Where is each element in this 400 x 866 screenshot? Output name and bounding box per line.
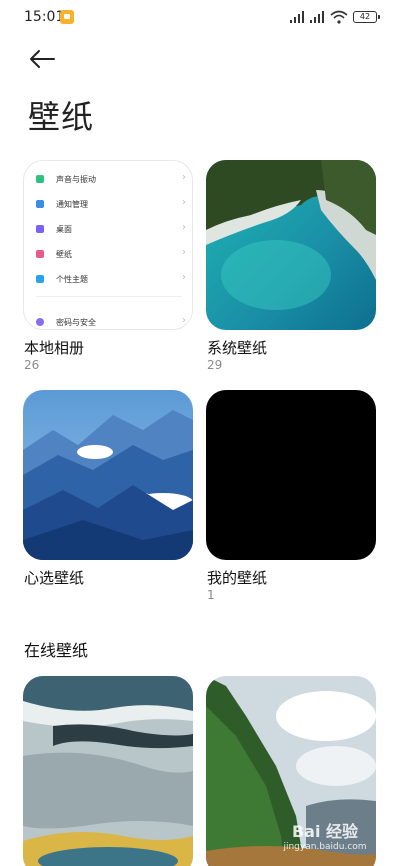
- lock-icon: [36, 318, 44, 326]
- theme-icon: [36, 275, 44, 283]
- notification-manage-icon: [36, 200, 44, 208]
- signal-icon-2: [310, 11, 326, 23]
- status-time: 15:01: [24, 9, 65, 25]
- notification-icon: [60, 10, 74, 24]
- system-wallpaper-card[interactable]: [206, 160, 376, 330]
- featured-wallpaper-card[interactable]: [23, 390, 193, 560]
- home-icon: [36, 225, 44, 233]
- wifi-icon: [330, 10, 348, 24]
- album-count: 26: [24, 358, 40, 372]
- album-label: 我的壁纸: [207, 569, 268, 587]
- chevron-right-icon: ›: [182, 247, 186, 258]
- album-count: 1: [207, 588, 215, 602]
- preview-menu-item: 密码与安全 ›: [36, 315, 186, 329]
- my-wallpaper-card[interactable]: [206, 390, 376, 560]
- preview-menu-item: 个性主题 ›: [36, 272, 186, 288]
- online-wallpaper-heading: 在线壁纸: [24, 641, 89, 660]
- divider: [36, 296, 182, 297]
- speaker-icon: [36, 175, 44, 183]
- album-label: 本地相册: [24, 339, 85, 357]
- preview-menu-item: 声音与振动 ›: [36, 172, 186, 188]
- album-count: 29: [207, 358, 223, 372]
- watermark: Bai 经验 jingyan.baidu.com: [283, 822, 367, 852]
- wallpaper-icon: [36, 250, 44, 258]
- signal-icon: [290, 11, 306, 23]
- chevron-right-icon: ›: [182, 315, 186, 326]
- battery-icon: 42: [353, 11, 380, 23]
- mountains-thumbnail: [23, 390, 193, 560]
- preview-menu-item: 壁纸 ›: [36, 247, 186, 263]
- status-bar: 15:01 42: [0, 0, 400, 34]
- back-arrow-icon[interactable]: [28, 46, 58, 72]
- preview-menu-item: 桌面 ›: [36, 222, 186, 238]
- lake-thumbnail: [206, 160, 376, 330]
- album-label: 心选壁纸: [24, 569, 85, 587]
- online-wallpaper-card[interactable]: [23, 676, 193, 866]
- chevron-right-icon: ›: [182, 197, 186, 208]
- chevron-right-icon: ›: [182, 172, 186, 183]
- album-label: 系统壁纸: [207, 339, 268, 357]
- page-title: 壁纸: [28, 98, 95, 136]
- preview-menu-item: 通知管理 ›: [36, 197, 186, 213]
- local-album-card[interactable]: 声音与振动 › 通知管理 › 桌面 › 壁纸 › 个性主题 › 密码与安全 ›: [23, 160, 193, 330]
- chevron-right-icon: ›: [182, 222, 186, 233]
- coast-thumbnail: [23, 676, 193, 866]
- chevron-right-icon: ›: [182, 272, 186, 283]
